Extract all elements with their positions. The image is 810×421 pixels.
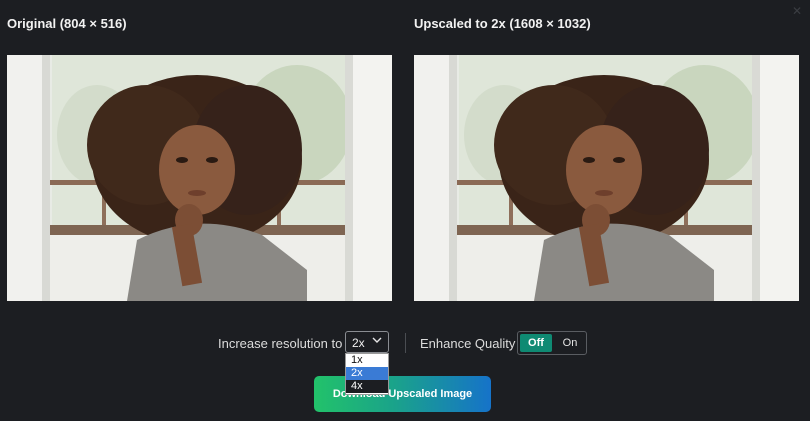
chevron-down-icon xyxy=(372,337,382,343)
resolution-option-2x[interactable]: 2x xyxy=(346,367,388,380)
download-button[interactable]: Download Upscaled Image xyxy=(314,376,491,412)
enhance-quality-toggle[interactable]: Off On xyxy=(517,331,587,355)
divider xyxy=(405,333,406,353)
resolution-option-4x[interactable]: 4x xyxy=(346,380,388,393)
enhance-quality-label: Enhance Quality xyxy=(420,336,516,351)
resolution-select[interactable]: 2x xyxy=(345,331,389,353)
resolution-dropdown: 1x 2x 4x xyxy=(345,353,389,395)
toggle-on-option[interactable]: On xyxy=(556,334,584,352)
resolution-option-1x[interactable]: 1x xyxy=(346,354,388,367)
upscale-controls: Increase resolution to 2x Enhance Qualit… xyxy=(0,331,810,355)
original-image xyxy=(7,55,392,301)
portrait-photo-upscaled xyxy=(414,55,799,301)
resolution-label: Increase resolution to xyxy=(218,336,343,351)
resolution-value: 2x xyxy=(352,336,365,350)
close-icon[interactable]: ✕ xyxy=(790,4,804,18)
original-image-title: Original (804 × 516) xyxy=(7,16,127,31)
portrait-photo xyxy=(7,55,392,301)
upscaled-image xyxy=(414,55,799,301)
toggle-off-option[interactable]: Off xyxy=(520,334,552,352)
upscaled-image-title: Upscaled to 2x (1608 × 1032) xyxy=(414,16,591,31)
